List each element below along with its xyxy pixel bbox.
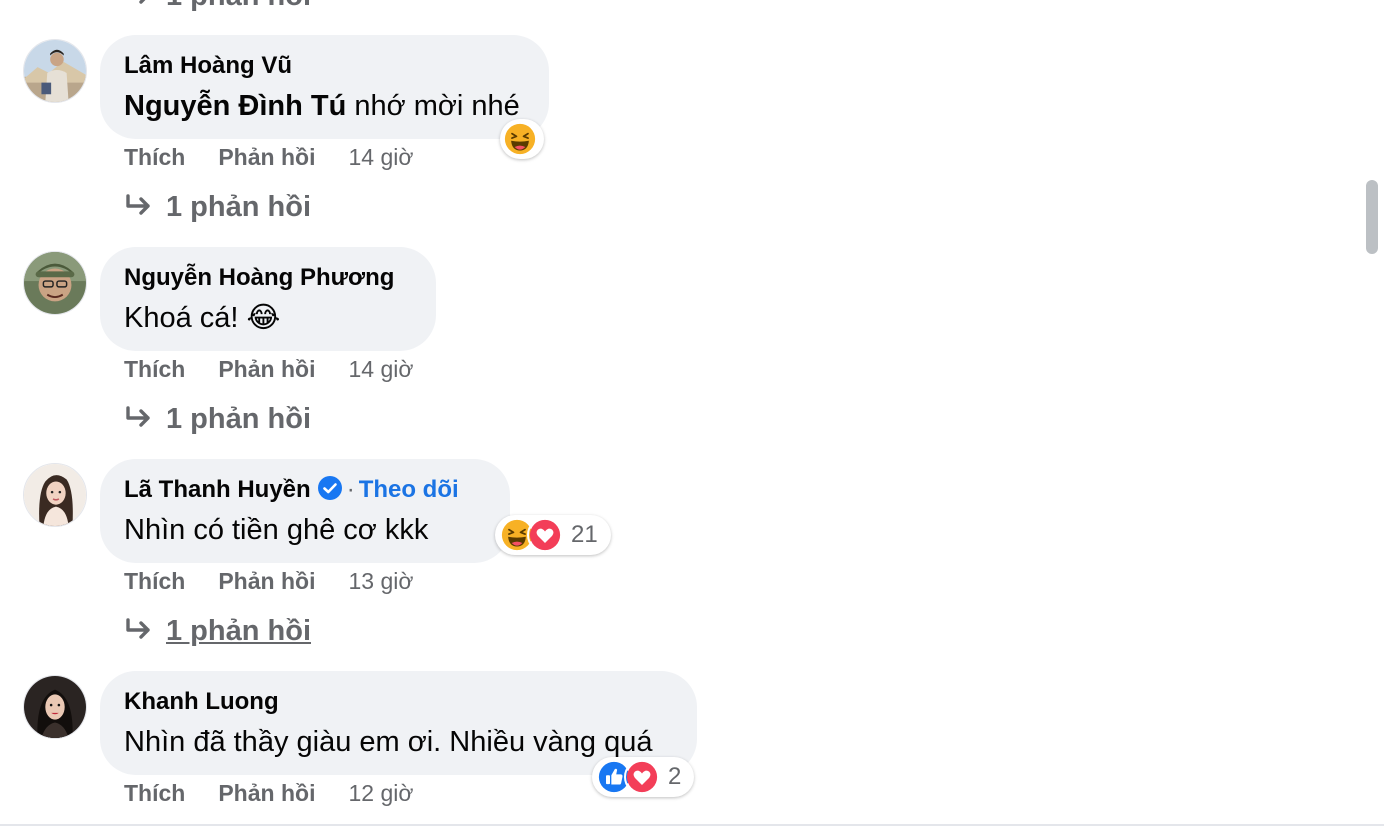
comment-actions: Thích Phản hồi 14 giờ [124,142,413,172]
comment-bubble: Lã Thanh Huyền · Theo dõi Nhìn có tiền ghê… [100,459,510,563]
comment-time[interactable]: 14 giờ [348,354,413,384]
view-replies-link[interactable]: 1 phản hồi [124,189,311,225]
avatar-image [24,676,86,738]
reaction-summary[interactable] [500,119,544,159]
comment-author[interactable]: Khanh Luong [124,686,673,718]
reply-arrow-icon [126,194,150,215]
comment-bubble: Lâm Hoàng Vũ Nguyễn Đình Tú nhớ mời nhé [100,35,549,139]
reply-button[interactable]: Phản hồi [218,778,315,808]
like-button[interactable]: Thích [124,566,185,596]
comment-actions: Thích Phản hồi 14 giờ [124,354,413,384]
avatar[interactable] [23,675,87,739]
reaction-summary[interactable]: 2 [592,757,694,797]
comment-author[interactable]: Lâm Hoàng Vũ [124,50,525,82]
comment-time[interactable]: 14 giờ [348,142,413,172]
replies-label: 1 phản hồi [166,191,311,223]
replies-label: 1 phản hồi [166,0,311,12]
reply-button[interactable]: Phản hồi [218,354,315,384]
follow-button[interactable]: Theo dõi [359,476,459,503]
reaction-count: 21 [571,521,598,548]
comment-time[interactable]: 13 giờ [348,566,413,596]
avatar[interactable] [23,39,87,103]
view-replies-link[interactable]: 1 phản hồi [124,401,311,437]
reaction-count: 2 [668,763,682,790]
reply-arrow-icon [126,618,150,639]
love-icon [624,759,660,795]
comment-text: Nguyễn Đình Tú nhớ mời nhé [124,86,525,126]
scrollbar-thumb[interactable] [1366,180,1378,254]
like-button[interactable]: Thích [124,142,185,172]
comment-author-line: Lã Thanh Huyền · Theo dõi [124,474,486,506]
view-replies-link[interactable]: 1 phản hồi [124,0,311,14]
mention-link[interactable]: Nguyễn Đình Tú [124,90,346,122]
reaction-summary[interactable]: 21 [495,515,611,555]
comment-bubble: Nguyễn Hoàng Phương Khoá cá! 😂 [100,247,436,351]
reply-arrow-icon [126,406,150,427]
comment-text: Khoá cá! 😂 [124,302,281,334]
reply-arrow-icon [139,0,146,4]
comment-author[interactable]: Lã Thanh Huyền [124,476,311,503]
like-button[interactable]: Thích [124,778,185,808]
avatar[interactable] [23,463,87,527]
separator-dot: · [346,476,355,503]
comment-author[interactable]: Nguyễn Hoàng Phương [124,262,412,294]
haha-icon [502,121,538,157]
comment-text-body: nhớ mời nhé [346,90,520,122]
like-button[interactable]: Thích [124,354,185,384]
avatar-image [24,464,86,526]
comment-text: Nhìn đã thầy giàu em ơi. Nhiều vàng quá [124,726,653,758]
verified-badge-icon [317,475,343,501]
divider [0,824,1384,826]
reply-button[interactable]: Phản hồi [218,142,315,172]
avatar-image [24,40,86,102]
replies-label: 1 phản hồi [166,615,311,647]
comment-actions: Thích Phản hồi 12 giờ [124,778,413,808]
avatar-image [24,252,86,314]
comment-text: Nhìn có tiền ghê cơ kkk [124,514,429,546]
comment-time[interactable]: 12 giờ [348,778,413,808]
comment-actions: Thích Phản hồi 13 giờ [124,566,413,596]
replies-label: 1 phản hồi [166,403,311,435]
view-replies-link[interactable]: 1 phản hồi [124,613,311,649]
reply-button[interactable]: Phản hồi [218,566,315,596]
love-icon [527,517,563,553]
avatar[interactable] [23,251,87,315]
